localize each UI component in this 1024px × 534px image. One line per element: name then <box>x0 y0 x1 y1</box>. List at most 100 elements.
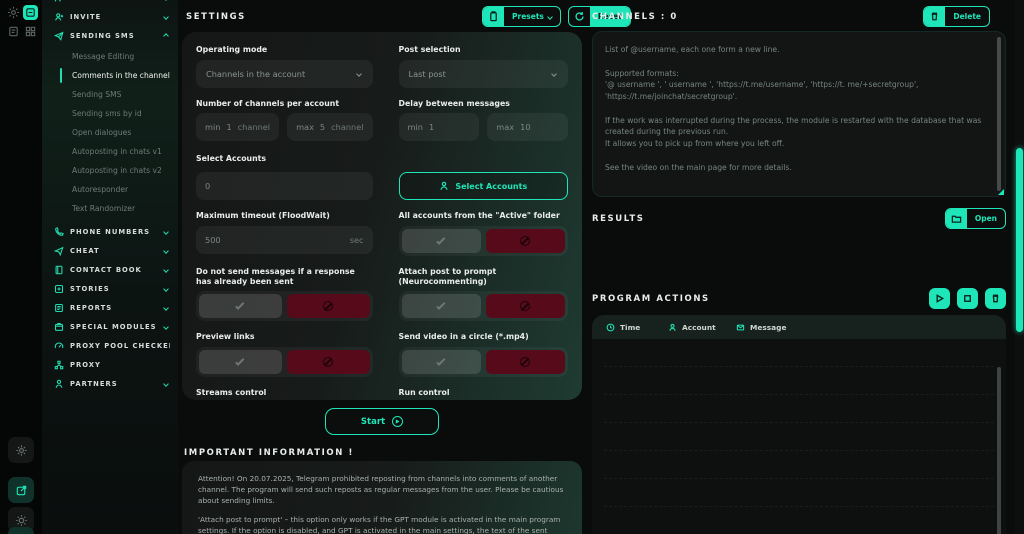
important-info-title: IMPORTANT INFORMATION ! <box>184 448 354 458</box>
sidebar-item-sending-sms[interactable]: SENDING SMS <box>42 26 178 45</box>
page-scrollbar-thumb[interactable] <box>1016 148 1023 332</box>
submenu-item-open-dialogues[interactable]: Open dialogues <box>42 123 178 142</box>
play-circle-icon <box>392 416 403 427</box>
sidebar-item-reports[interactable]: REPORTS <box>42 298 178 317</box>
toggle-on-segment[interactable] <box>199 294 282 318</box>
chevron-down-icon <box>163 229 169 235</box>
delete-button[interactable]: Delete <box>923 6 990 27</box>
apps-grid-icon[interactable] <box>23 24 38 39</box>
select-accounts-button-label: Select Accounts <box>455 182 527 191</box>
submenu-item-autoposting-v2[interactable]: Autoposting in chats v2 <box>42 161 178 180</box>
attach-post-toggle <box>399 291 568 321</box>
operating-mode-select[interactable]: Channels in the account <box>196 60 373 88</box>
report-icon <box>54 303 64 313</box>
toggle-on-segment[interactable] <box>199 350 282 374</box>
toggle-off-segment[interactable] <box>287 294 370 318</box>
sidebar-item-special-modules[interactable]: SPECIAL MODULES <box>42 317 178 336</box>
submenu-item-autoposting-v1[interactable]: Autoposting in chats v1 <box>42 142 178 161</box>
toggle-on-segment[interactable] <box>402 294 481 318</box>
check-icon <box>235 301 244 310</box>
timeout-input[interactable]: 500 sec <box>196 226 373 254</box>
no-resend-toggle <box>196 291 373 321</box>
folder-icon <box>946 209 967 228</box>
channels-min-input[interactable]: min 1 channel <box>196 113 279 141</box>
start-button[interactable]: Start <box>325 408 439 435</box>
post-selection-label: Post selection <box>399 45 568 55</box>
table-row <box>604 479 994 507</box>
settings-gear-icon[interactable] <box>8 437 34 463</box>
start-button-label: Start <box>361 417 385 427</box>
submenu-item-sending-sms[interactable]: Sending SMS <box>42 85 178 104</box>
min-value: 1 <box>226 122 231 132</box>
stop-button[interactable] <box>957 288 978 309</box>
submenu-item-text-randomizer[interactable]: Text Randomizer <box>42 199 178 218</box>
submenu-item-message-editing[interactable]: Message Editing <box>42 47 178 66</box>
delay-max-input[interactable]: max 10 <box>487 113 568 141</box>
open-results-button[interactable]: Open <box>945 208 1006 229</box>
chevron-down-icon <box>163 248 169 254</box>
stats-icon[interactable] <box>8 527 34 534</box>
post-selection-value: Last post <box>409 69 446 79</box>
presets-label: Presets <box>512 12 544 21</box>
table-scrollbar[interactable] <box>997 367 1001 534</box>
gear-icon[interactable] <box>6 5 21 20</box>
submenu-item-comments-in-the-channel[interactable]: Comments in the channel <box>42 66 178 85</box>
important-paragraph: Attention! On 20.07.2025, Telegram prohi… <box>198 474 566 507</box>
app-logo-icon[interactable] <box>23 5 38 20</box>
block-icon <box>323 357 333 367</box>
submenu-item-autoresponder[interactable]: Autoresponder <box>42 180 178 199</box>
important-paragraph: 'Attach post to prompt' – this option on… <box>198 515 566 534</box>
channels-max-input[interactable]: max 5 channel <box>287 113 372 141</box>
select-accounts-button[interactable]: Select Accounts <box>399 172 568 200</box>
textarea-scrollbar[interactable] <box>997 37 1001 191</box>
toggle-off-segment[interactable] <box>486 350 565 374</box>
channels-title: CHANNELS : 0 <box>592 12 678 22</box>
envelope-icon <box>736 323 745 332</box>
important-info-card: Attention! On 20.07.2025, Telegram prohi… <box>182 461 582 534</box>
post-selection-select[interactable]: Last post <box>399 60 568 88</box>
trash-icon <box>924 7 945 26</box>
play-button[interactable] <box>929 288 950 309</box>
sidebar-item-invite[interactable]: INVITE <box>42 7 178 26</box>
toggle-on-segment[interactable] <box>402 350 481 374</box>
toggle-off-segment[interactable] <box>486 294 565 318</box>
block-icon <box>323 301 333 311</box>
accounts-count-input[interactable]: 0 <box>196 172 373 200</box>
module-box-icon <box>54 322 64 332</box>
clear-log-button[interactable] <box>985 288 1006 309</box>
operating-mode-label: Operating mode <box>196 45 373 55</box>
sidebar-item-proxy-pool-checker[interactable]: PROXY POOL CHECKER <box>42 336 178 355</box>
video-circle-toggle <box>399 347 568 377</box>
toggle-on-segment[interactable] <box>402 229 481 253</box>
toggle-off-segment[interactable] <box>287 350 370 374</box>
sidebar-item-label: CONTACT BOOK <box>70 266 158 274</box>
sidebar-item-collect-audience[interactable]: COLLECT AUDIENCE <box>42 0 178 7</box>
channels-list-textarea[interactable] <box>593 32 1005 196</box>
sidebar-item-stories[interactable]: STORIES <box>42 279 178 298</box>
sidebar-item-cheat[interactable]: CHEAT <box>42 241 178 260</box>
person-icon <box>439 181 449 191</box>
presets-button[interactable]: Presets <box>482 6 561 27</box>
page-scrollbar-track[interactable] <box>1015 0 1024 534</box>
sec-suffix: sec <box>350 235 364 245</box>
phone-icon <box>54 227 64 237</box>
column-header-message: Message <box>750 323 786 332</box>
edit-icon[interactable] <box>8 477 34 503</box>
submenu-item-sending-sms-by-id[interactable]: Sending sms by id <box>42 104 178 123</box>
sidebar-item-proxy[interactable]: PROXY <box>42 355 178 374</box>
streams-control-toggle-label: Streams control <box>196 388 373 398</box>
delay-min-input[interactable]: min 1 <box>399 113 480 141</box>
active-folder-toggle-label: All accounts from the "Active" folder <box>399 211 568 221</box>
sidebar-item-partners[interactable]: PARTNERS <box>42 374 178 393</box>
reset-icon <box>569 7 590 26</box>
chevron-down-icon <box>356 71 362 77</box>
sidebar-item-label: INVITE <box>70 13 158 21</box>
chevron-down-icon <box>163 381 169 387</box>
sidebar-item-contact-book[interactable]: CONTACT BOOK <box>42 260 178 279</box>
notes-icon[interactable] <box>6 24 21 39</box>
sending-sms-submenu: Message Editing Comments in the channel … <box>42 45 178 222</box>
max-prefix: max <box>296 122 314 132</box>
people-icon <box>54 0 64 3</box>
toggle-off-segment[interactable] <box>486 229 565 253</box>
sidebar-item-phone-numbers[interactable]: PHONE NUMBERS <box>42 222 178 241</box>
